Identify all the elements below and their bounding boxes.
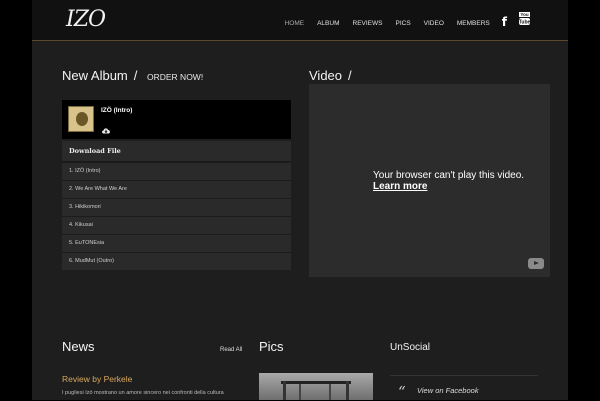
video-player[interactable]: Your browser can't play this video. Lear… xyxy=(309,84,550,277)
svg-text:You: You xyxy=(520,12,528,17)
current-track-title: IZÖ (Intro) xyxy=(101,107,133,114)
track-item[interactable]: 4. Kikusai xyxy=(62,216,291,234)
album-section-title: New Album / ORDER NOW! xyxy=(62,68,204,83)
video-section-title: Video / xyxy=(309,68,352,83)
youtube-icon[interactable]: Tube You xyxy=(519,12,531,30)
nav-home[interactable]: HOME xyxy=(285,20,305,27)
pics-thumbnail[interactable] xyxy=(259,373,373,400)
nav-reviews[interactable]: REVIEWS xyxy=(353,20,383,27)
divider xyxy=(390,375,538,376)
cloud-download-icon[interactable] xyxy=(101,121,111,139)
track-item[interactable]: 6. MudMut (Outro) xyxy=(62,252,291,270)
unsocial-section-title: UnSocial xyxy=(390,342,431,353)
download-file-row[interactable]: Download File xyxy=(62,141,291,162)
learn-more-link[interactable]: Learn more xyxy=(373,181,524,192)
nav-video[interactable]: VIDEO xyxy=(424,20,444,27)
track-item[interactable]: 1. IZÖ (Intro) xyxy=(62,162,291,180)
review-excerpt: I pugliesi Izö mostrano un amore sincero… xyxy=(62,390,224,396)
page: IZO HOME ALBUM REVIEWS PICS VIDEO MEMBER… xyxy=(32,0,568,401)
video-error-message: Your browser can't play this video. Lear… xyxy=(373,170,525,192)
album-cover xyxy=(68,106,94,132)
nav-members[interactable]: MEMBERS xyxy=(457,20,490,27)
quote-icon: “ xyxy=(398,383,406,401)
album-player: IZÖ (Intro) xyxy=(62,100,291,139)
order-now-link[interactable]: ORDER NOW! xyxy=(147,72,203,82)
review-title-link[interactable]: Review by Perkele xyxy=(62,374,132,384)
nav-pics[interactable]: PICS xyxy=(395,20,410,27)
facebook-icon[interactable]: f xyxy=(502,15,507,29)
news-section-title: News xyxy=(62,339,95,354)
site-header: IZO HOME ALBUM REVIEWS PICS VIDEO MEMBER… xyxy=(32,0,568,41)
track-item[interactable]: 2. We Are What We Are xyxy=(62,180,291,198)
read-all-link[interactable]: Read All xyxy=(220,347,242,353)
pics-section-title: Pics xyxy=(259,339,284,354)
view-on-facebook-link[interactable]: View on Facebook xyxy=(417,386,479,395)
track-item[interactable]: 3. Hikikomori xyxy=(62,198,291,216)
site-logo[interactable]: IZO xyxy=(66,7,106,32)
main-nav: HOME ALBUM REVIEWS PICS VIDEO MEMBERS f … xyxy=(272,12,531,32)
track-item[interactable]: 5. EuTONEsia xyxy=(62,234,291,252)
youtube-play-icon[interactable] xyxy=(528,258,544,269)
svg-text:Tube: Tube xyxy=(519,20,530,26)
nav-album[interactable]: ALBUM xyxy=(317,20,339,27)
